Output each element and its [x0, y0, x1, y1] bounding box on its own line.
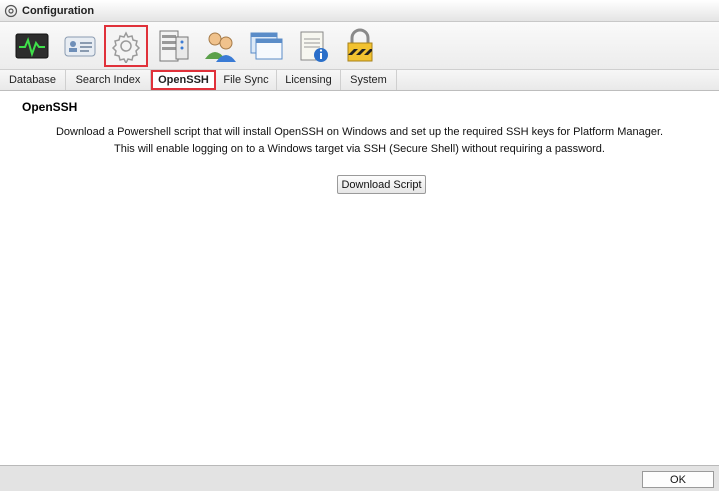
configuration-toolbar-button[interactable] — [104, 25, 148, 67]
footer-bar — [0, 465, 719, 491]
tab-licensing[interactable]: Licensing — [277, 70, 341, 90]
users-icon — [205, 32, 236, 62]
gear-icon — [4, 4, 18, 17]
tab-file-sync[interactable]: File Sync — [216, 70, 277, 90]
servers-toolbar-button[interactable] — [152, 25, 196, 67]
window-title: Configuration — [22, 4, 95, 17]
tab-search-index[interactable]: Search Index — [66, 70, 151, 90]
download-script-button[interactable]: Download Script — [337, 175, 426, 194]
tab-openssh[interactable]: OpenSSH — [151, 70, 216, 90]
security-toolbar-button[interactable] — [338, 25, 382, 67]
users-toolbar-button[interactable] — [198, 25, 242, 67]
window-icon — [250, 32, 283, 60]
monitoring-toolbar-button[interactable] — [10, 25, 54, 67]
tab-bar: Database Search Index OpenSSH File Sync … — [0, 70, 719, 91]
tab-system[interactable]: System — [341, 70, 397, 90]
server-icon — [159, 30, 189, 62]
title-bar: Configuration — [0, 0, 719, 22]
windows-toolbar-button[interactable] — [244, 25, 288, 67]
identity-toolbar-button[interactable] — [58, 25, 102, 67]
id-card-icon — [64, 36, 96, 57]
gear-icon — [111, 31, 141, 63]
tab-database[interactable]: Database — [0, 70, 66, 90]
info-toolbar-button[interactable] — [292, 25, 336, 67]
ok-button[interactable]: OK — [642, 471, 714, 488]
monitor-icon — [15, 33, 49, 59]
description-line-1: Download a Powershell script that will i… — [55, 126, 664, 138]
padlock-icon — [347, 28, 373, 62]
section-heading: OpenSSH — [22, 100, 78, 114]
notepad-info-icon — [300, 31, 328, 62]
toolbar — [0, 22, 719, 70]
description-line-2: This will enable logging on to a Windows… — [114, 143, 605, 155]
